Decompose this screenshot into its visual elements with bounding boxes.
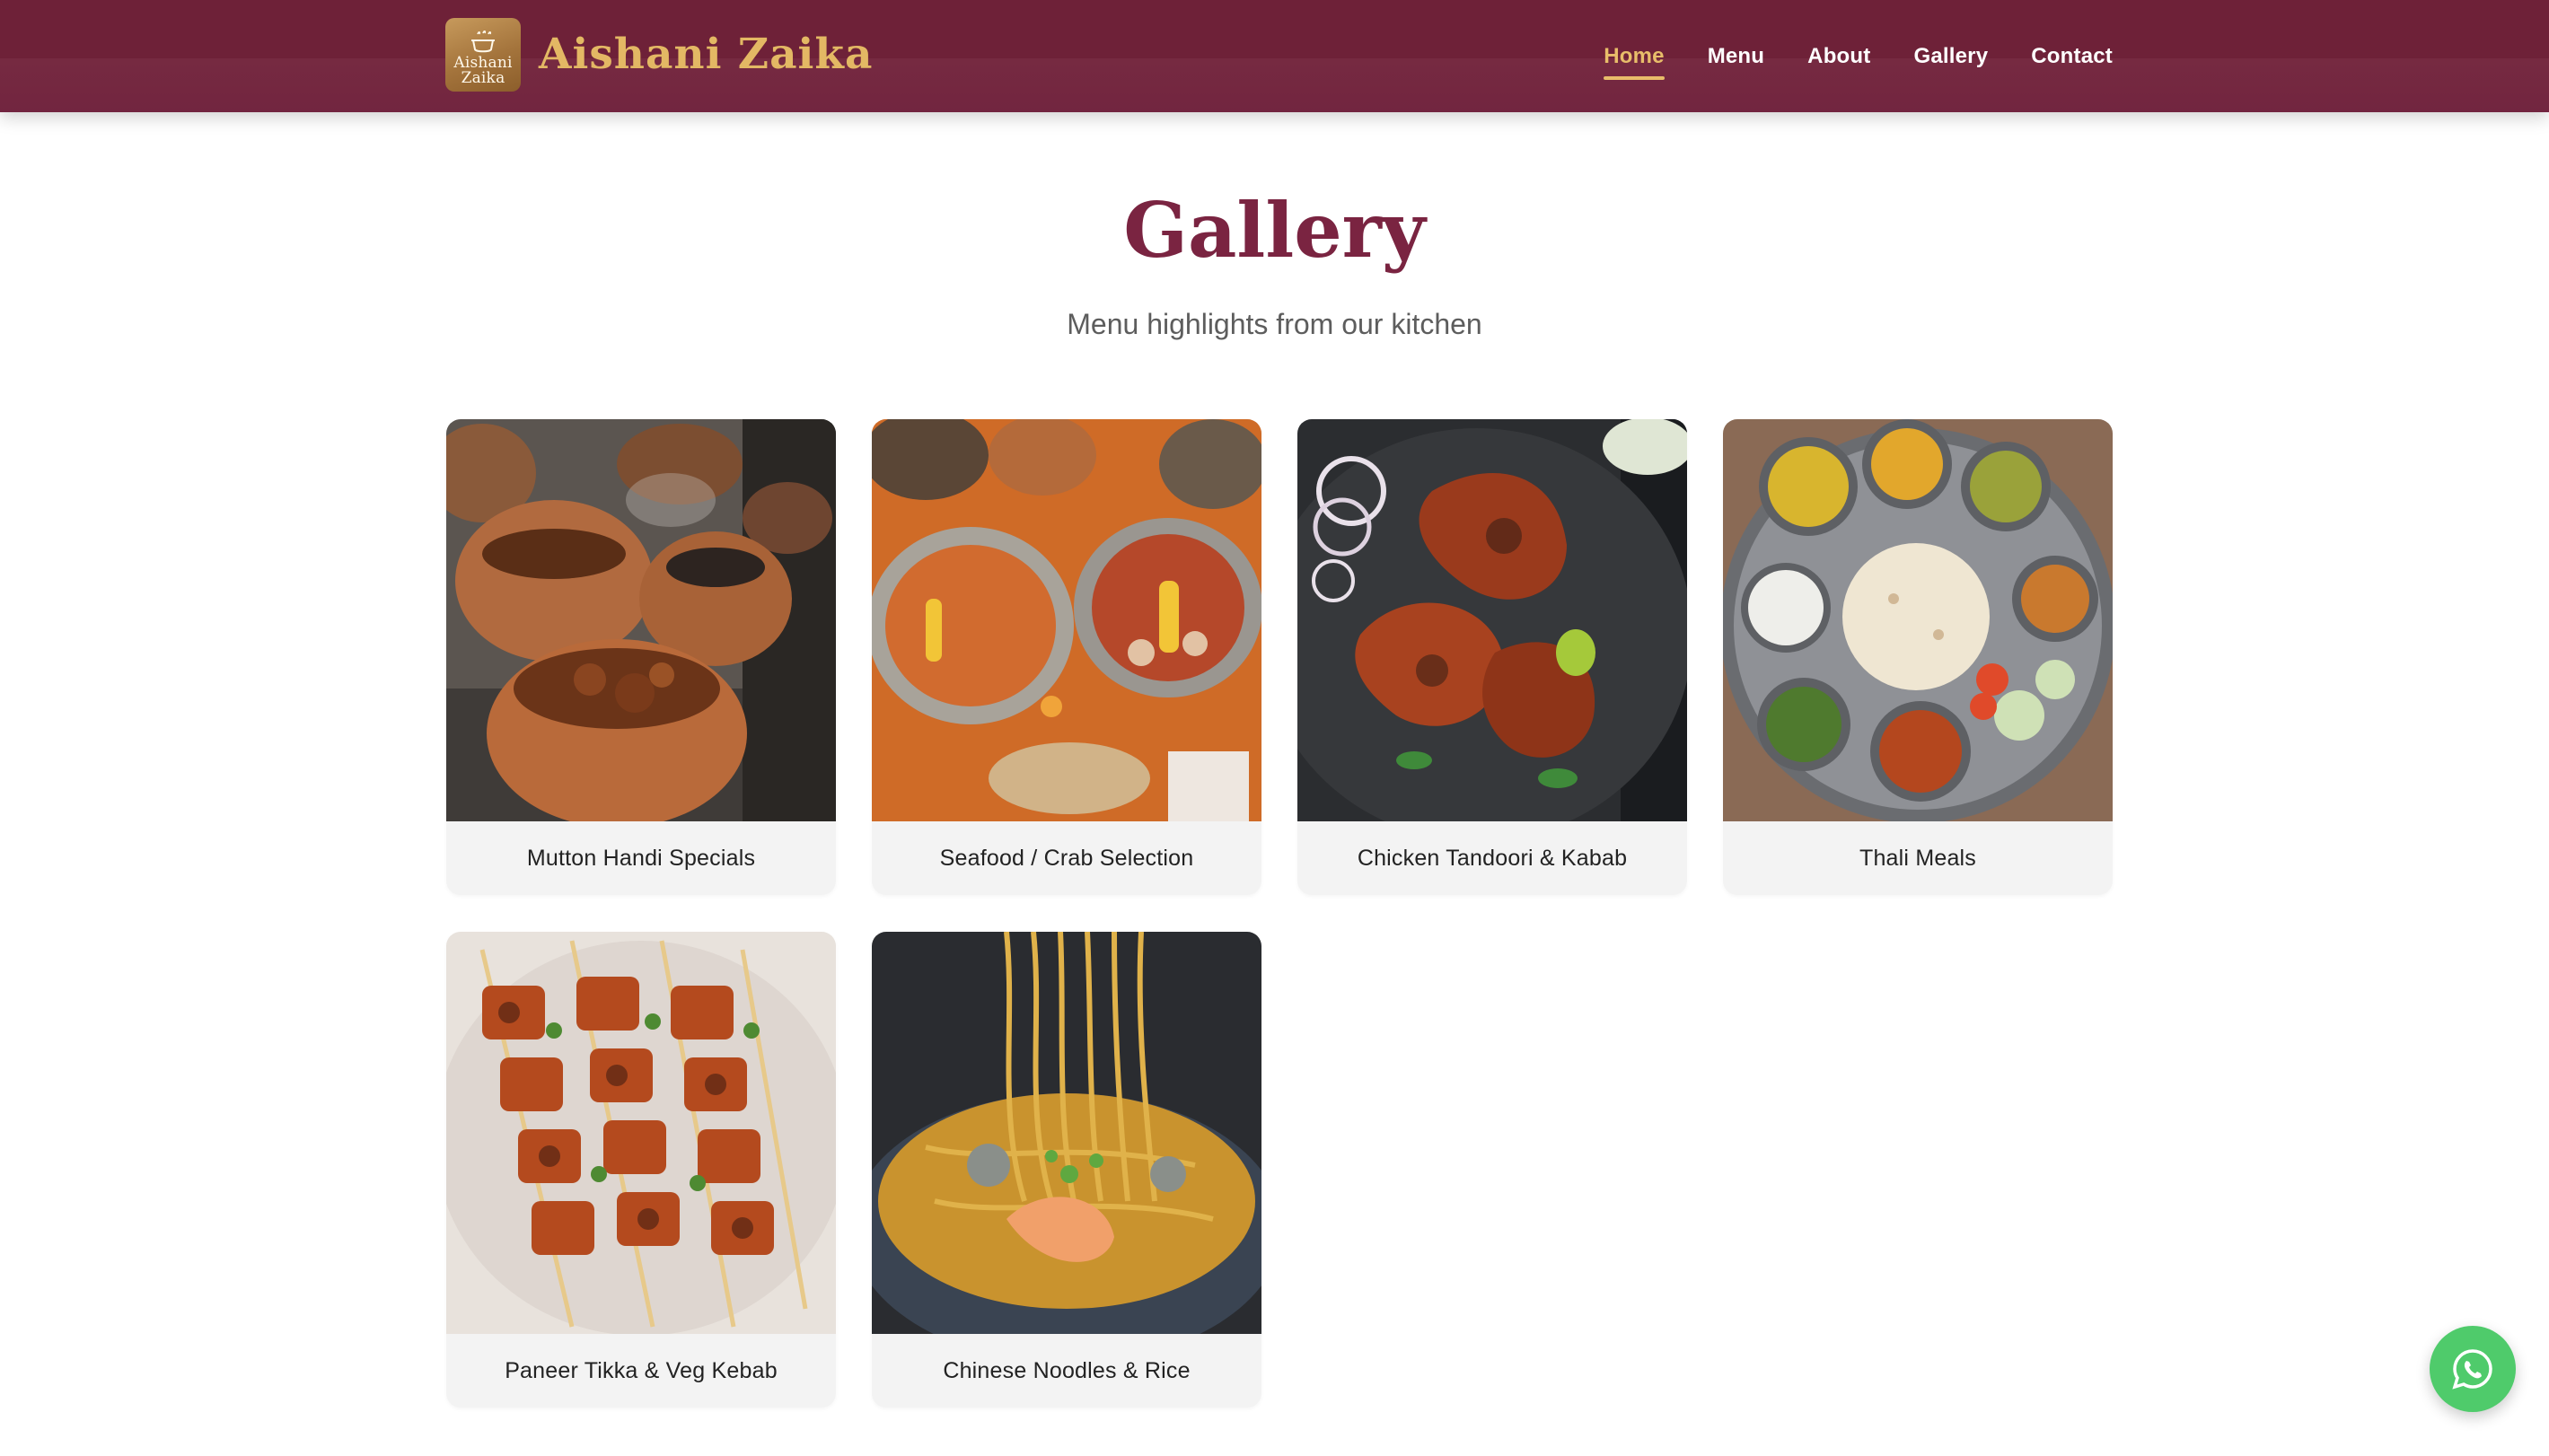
brand-name: Aishani Zaika (539, 30, 874, 79)
paneer-tikka-photo (446, 932, 836, 1334)
whatsapp-icon (2452, 1349, 2492, 1390)
logo-text-line2: Zaika (461, 69, 505, 87)
whatsapp-button[interactable] (2430, 1326, 2516, 1412)
gallery-card-chinese-noodles[interactable]: Chinese Noodles & Rice (872, 932, 1261, 1408)
gallery-card-seafood[interactable]: Seafood / Crab Selection (872, 419, 1261, 895)
card-caption: Thali Meals (1859, 845, 1977, 871)
nav-item-menu[interactable]: Menu (1708, 44, 1764, 69)
gallery-subtitle: Menu highlights from our kitchen (1067, 308, 1482, 340)
gallery-title: Gallery (1123, 186, 1426, 275)
card-caption: Chicken Tandoori & Kabab (1357, 845, 1628, 871)
nav-item-about[interactable]: About (1807, 44, 1870, 69)
thali-meals-photo (1723, 419, 2113, 821)
gallery-card-paneer-tikka[interactable]: Paneer Tikka & Veg Kebab (446, 932, 836, 1408)
site-header: Aishani Zaika Aishani Zaika Home Menu Ab… (0, 0, 2549, 112)
brand-logo-link[interactable]: Aishani Zaika Aishani Zaika (445, 18, 873, 92)
cooking-pot-icon (471, 31, 495, 53)
gallery-card-mutton-handi[interactable]: Mutton Handi Specials (446, 419, 836, 895)
brand-logo: Aishani Zaika (445, 18, 521, 92)
card-caption: Chinese Noodles & Rice (943, 1357, 1191, 1383)
card-caption: Mutton Handi Specials (526, 845, 756, 871)
chinese-noodles-photo (872, 932, 1261, 1334)
mutton-handi-photo (446, 419, 836, 821)
nav-item-gallery[interactable]: Gallery (1913, 44, 1988, 69)
gallery-card-chicken-tandoori[interactable]: Chicken Tandoori & Kabab (1297, 419, 1687, 895)
seafood-crab-photo (872, 419, 1261, 821)
chicken-tandoori-photo (1297, 419, 1687, 821)
nav-item-contact[interactable]: Contact (2031, 44, 2113, 69)
nav-item-home[interactable]: Home (1604, 44, 1666, 80)
gallery-card-thali[interactable]: Thali Meals (1723, 419, 2113, 895)
card-caption: Paneer Tikka & Veg Kebab (505, 1357, 778, 1383)
main-nav: Home Menu About Gallery Contact (1560, 0, 2113, 112)
card-caption: Seafood / Crab Selection (939, 845, 1194, 871)
